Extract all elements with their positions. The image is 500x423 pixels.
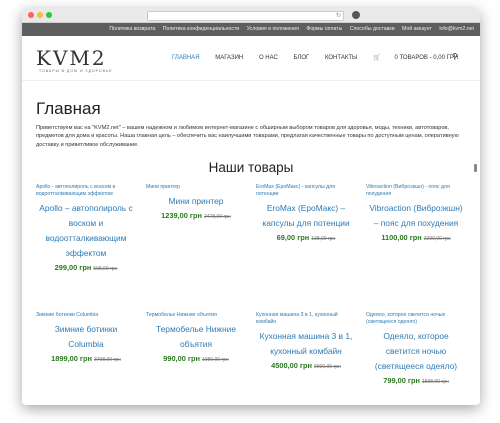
- product-card[interactable]: Vibroaction (Виброэкшн) - пояс для похуд…: [366, 184, 466, 312]
- product-card[interactable]: Мини принтер Мини принтер 1239,00 грн 247…: [146, 184, 246, 312]
- product-price: 69,00 грн 138,00 грн: [256, 233, 356, 242]
- product-price: 4500,00 грн 9000,00 грн: [256, 361, 356, 370]
- current-price: 799,00 грн: [383, 375, 420, 385]
- product-card[interactable]: Кухонная машина 3 в 1, кухонный комбайн …: [256, 312, 356, 405]
- product-category-link[interactable]: Термобелье Нижние объятия: [146, 312, 246, 319]
- browser-window: ↻ Политика возврата Политика конфиденциа…: [22, 8, 480, 405]
- main-content: Главная Приветствуем вас на "KVM2.net" –…: [22, 99, 480, 405]
- product-card[interactable]: Apollo - автополироль с воском и водоотт…: [36, 184, 136, 312]
- product-price: 299,00 грн 598,00 грн: [36, 263, 136, 272]
- logo-subtitle: ТОВАРЫ В ДОМ И ЗДОРОВЬЕ: [39, 69, 113, 73]
- cart-label: 0 ТОВАРОВ - 0,00 ГРН: [394, 55, 459, 61]
- nav-blog[interactable]: БЛОГ: [293, 55, 309, 61]
- product-card[interactable]: Одеяло, которое светится ночью (светящее…: [366, 312, 466, 405]
- site-header: KVM2 ТОВАРЫ В ДОМ И ЗДОРОВЬЕ ГЛАВНАЯ МАГ…: [22, 36, 480, 81]
- top-link[interactable]: Формы оплаты: [306, 26, 342, 32]
- product-card[interactable]: Зимние ботинки Columbia Зимние ботинки C…: [36, 312, 136, 405]
- product-title[interactable]: Зимние ботинки Columbia: [36, 322, 136, 352]
- product-grid: Apollo - автополироль с воском и водоотт…: [36, 184, 466, 405]
- top-links-bar: Политика возврата Политика конфиденциаль…: [22, 23, 480, 36]
- site-logo[interactable]: KVM2: [36, 46, 107, 70]
- scroll-to-top-button[interactable]: [474, 164, 477, 172]
- current-price: 4500,00 грн: [271, 360, 312, 370]
- top-link-email[interactable]: info@kvm2.net: [439, 26, 474, 32]
- cart-icon: 🛒: [373, 55, 381, 61]
- intro-text: Приветствуем вас на "KVM2.net" – вашем н…: [36, 125, 459, 148]
- product-title[interactable]: EroMax (ЕроМакс) – капсулы для потенции: [256, 201, 356, 231]
- old-price: 2478,00 грн: [203, 213, 231, 220]
- current-price: 1100,00 грн: [381, 232, 422, 242]
- old-price: 2200,00 грн: [423, 235, 451, 242]
- product-card[interactable]: Термобелье Нижние объятия Термобелье Ниж…: [146, 312, 246, 405]
- product-price: 990,00 грн 1980,00 грн: [146, 354, 246, 363]
- current-price: 69,00 грн: [276, 232, 310, 242]
- product-category-link[interactable]: Vibroaction (Виброэкшн) - пояс для похуд…: [366, 184, 466, 198]
- main-nav: ГЛАВНАЯ МАГАЗИН О НАС БЛОГ КОНТАКТЫ 🛒 0 Т…: [172, 54, 480, 61]
- nav-about[interactable]: О НАС: [259, 55, 278, 61]
- old-price: 598,00 грн: [93, 265, 118, 272]
- reload-icon[interactable]: ↻: [336, 12, 341, 20]
- nav-home[interactable]: ГЛАВНАЯ: [172, 55, 200, 61]
- old-price: 1598,00 грн: [421, 378, 449, 385]
- product-title[interactable]: Кухонная машина 3 в 1, кухонный комбайн: [256, 329, 356, 359]
- product-title[interactable]: Vibroaction (Виброэкшн) – пояс для похуд…: [366, 201, 466, 231]
- product-category-link[interactable]: Мини принтер: [146, 184, 246, 191]
- product-price: 799,00 грн 1598,00 грн: [366, 376, 466, 385]
- minimize-window-dot[interactable]: [37, 12, 43, 18]
- old-price: 3798,00 грн: [93, 356, 121, 363]
- product-title[interactable]: Мини принтер: [146, 194, 246, 209]
- product-category-link[interactable]: Кухонная машина 3 в 1, кухонный комбайн: [256, 312, 356, 326]
- extension-icon[interactable]: [352, 11, 360, 19]
- address-bar[interactable]: ↻: [147, 11, 344, 21]
- top-link[interactable]: Политика конфиденциальности: [163, 26, 240, 32]
- nav-shop[interactable]: МАГАЗИН: [215, 55, 243, 61]
- top-link[interactable]: Политика возврата: [109, 26, 155, 32]
- search-icon[interactable]: ⚲: [452, 52, 458, 61]
- product-category-link[interactable]: Apollo - автополироль с воском и водоотт…: [36, 184, 136, 198]
- product-category-link[interactable]: Зимние ботинки Columbia: [36, 312, 136, 319]
- nav-contacts[interactable]: КОНТАКТЫ: [325, 55, 357, 61]
- old-price: 9000,00 грн: [313, 363, 341, 370]
- current-price: 1899,00 грн: [51, 353, 92, 363]
- product-category-link[interactable]: Одеяло, которое светится ночью (светящее…: [366, 312, 466, 326]
- top-link[interactable]: Способы доставки: [350, 26, 395, 32]
- product-price: 1100,00 грн 2200,00 грн: [366, 233, 466, 242]
- old-price: 1980,00 грн: [201, 356, 229, 363]
- browser-chrome: ↻: [22, 8, 480, 23]
- product-card[interactable]: EroMax (ЕроМакс) - капсулы для потенции …: [256, 184, 356, 312]
- product-title[interactable]: Термобелье Нижние объятия: [146, 322, 246, 352]
- current-price: 299,00 грн: [54, 262, 92, 272]
- section-title: Наши товары: [208, 159, 294, 175]
- top-link[interactable]: Условия и положения: [247, 26, 299, 32]
- close-window-dot[interactable]: [28, 12, 34, 18]
- product-price: 1899,00 грн 3798,00 грн: [36, 354, 136, 363]
- product-title[interactable]: Одеяло, которое светится ночью (светящее…: [366, 329, 466, 374]
- top-link[interactable]: Мой аккаунт: [402, 26, 432, 32]
- product-price: 1239,00 грн 2478,00 грн: [146, 211, 246, 220]
- product-title[interactable]: Apollo – автополироль с воском и водоотт…: [36, 201, 136, 261]
- page-title: Главная: [36, 99, 101, 118]
- old-price: 138,00 грн: [311, 235, 336, 242]
- maximize-window-dot[interactable]: [46, 12, 52, 18]
- current-price: 990,00 грн: [163, 353, 200, 363]
- product-category-link[interactable]: EroMax (ЕроМакс) - капсулы для потенции: [256, 184, 356, 198]
- current-price: 1239,00 грн: [161, 210, 202, 220]
